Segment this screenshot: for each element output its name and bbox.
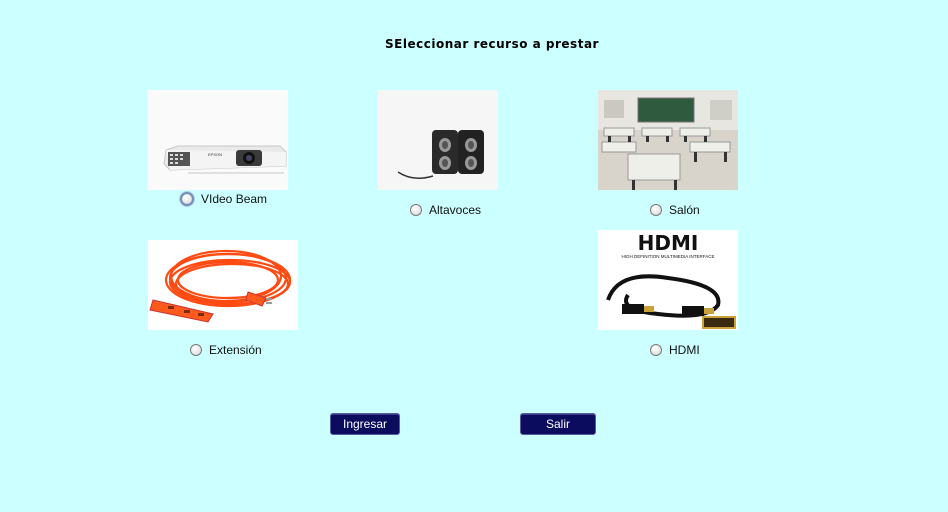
radio-option-video-beam[interactable]: VIdeo Beam <box>180 192 267 206</box>
hdmi-logo-text: HDMI <box>638 231 699 255</box>
projector-brand-text: EPSON <box>208 152 222 157</box>
radio-option-extension[interactable]: Extensión <box>190 343 262 357</box>
hdmi-label: HDMI <box>669 343 700 357</box>
altavoces-label: Altavoces <box>429 203 482 217</box>
video-beam-label: VIdeo Beam <box>201 192 268 206</box>
radio-option-hdmi[interactable]: HDMI <box>650 343 700 357</box>
classroom-image <box>598 90 738 190</box>
radio-option-altavoces[interactable]: Altavoces <box>410 203 481 217</box>
radio-option-salon[interactable]: Salón <box>650 203 700 217</box>
extension-radio[interactable] <box>190 344 202 356</box>
extension-label: Extensión <box>209 343 262 357</box>
extension-cord-image <box>148 240 298 330</box>
hdmi-cable-image: HDMI HIGH DEFINITION MULTIMEDIA INTERFAC… <box>598 230 738 330</box>
salon-label: Salón <box>669 203 700 217</box>
projector-image: EPSON <box>148 90 288 190</box>
speakers-image <box>378 90 498 190</box>
altavoces-radio[interactable] <box>410 204 422 216</box>
page-title: SEleccionar recurso a prestar <box>385 37 599 51</box>
ingresar-button[interactable]: Ingresar <box>330 413 400 435</box>
video-beam-radio[interactable] <box>180 192 194 206</box>
hdmi-tagline-text: HIGH DEFINITION MULTIMEDIA INTERFACE <box>622 254 715 259</box>
hdmi-radio[interactable] <box>650 344 662 356</box>
salon-radio[interactable] <box>650 204 662 216</box>
salir-button[interactable]: Salir <box>520 413 596 435</box>
